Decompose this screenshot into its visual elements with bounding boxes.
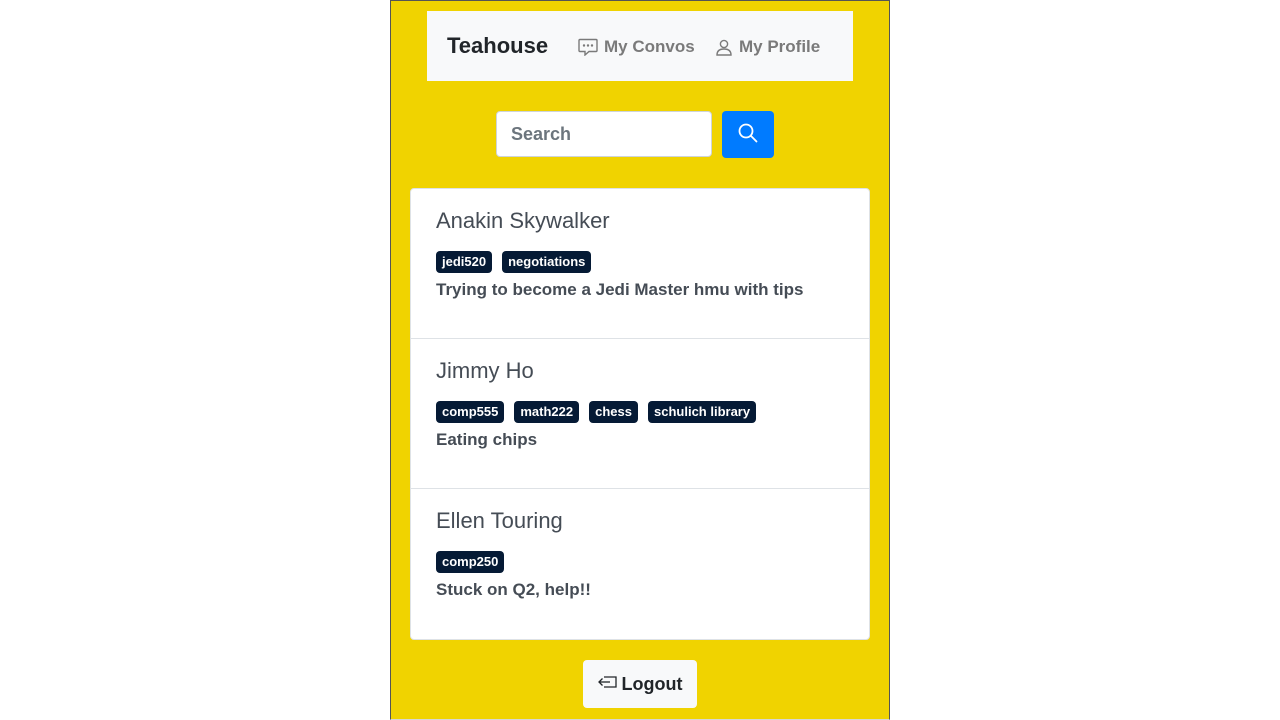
user-name: Jimmy Ho: [436, 358, 534, 383]
brand-title[interactable]: Teahouse: [447, 33, 548, 59]
chat-icon: [578, 38, 604, 56]
tag-list: jedi520 negotiations: [436, 251, 601, 273]
user-name: Anakin Skywalker: [436, 208, 610, 233]
list-item[interactable]: Anakin Skywalker jedi520 negotiations Tr…: [411, 189, 869, 339]
user-bio: Trying to become a Jedi Master hmu with …: [436, 280, 804, 299]
list-item[interactable]: Ellen Touring comp250 Stuck on Q2, help!…: [411, 489, 869, 639]
search-button[interactable]: [722, 111, 774, 158]
person-icon: [715, 38, 739, 56]
nav-my-convos-label: My Convos: [604, 37, 695, 56]
tag-badge: comp555: [436, 401, 505, 423]
logout-label: Logout: [621, 673, 683, 694]
logout-button[interactable]: Logout: [583, 660, 697, 708]
user-list: Anakin Skywalker jedi520 negotiations Tr…: [410, 188, 870, 640]
user-name: Ellen Touring: [436, 508, 563, 533]
tag-badge: comp250: [436, 551, 505, 573]
nav-my-convos[interactable]: My Convos: [578, 37, 695, 57]
search-input[interactable]: [496, 111, 712, 157]
tag-badge: negotiations: [502, 251, 592, 273]
logout-icon: [597, 674, 622, 695]
user-bio: Stuck on Q2, help!!: [436, 580, 591, 599]
tag-badge: schulich library: [648, 401, 757, 423]
user-bio: Eating chips: [436, 430, 538, 449]
tag-list: comp250: [436, 551, 514, 573]
nav-my-profile[interactable]: My Profile: [715, 37, 820, 57]
nav-my-profile-label: My Profile: [739, 37, 821, 56]
navbar: Teahouse My Convos My Profile: [427, 11, 853, 81]
list-item[interactable]: Jimmy Ho comp555 math222 chess schulich …: [411, 339, 869, 489]
app-frame: Teahouse My Convos My Profile Search Ana…: [390, 0, 890, 720]
search-icon: [737, 122, 759, 147]
tag-badge: math222: [514, 401, 580, 423]
tag-list: comp555 math222 chess schulich library: [436, 401, 766, 423]
tag-badge: jedi520: [436, 251, 493, 273]
tag-badge: chess: [589, 401, 638, 423]
